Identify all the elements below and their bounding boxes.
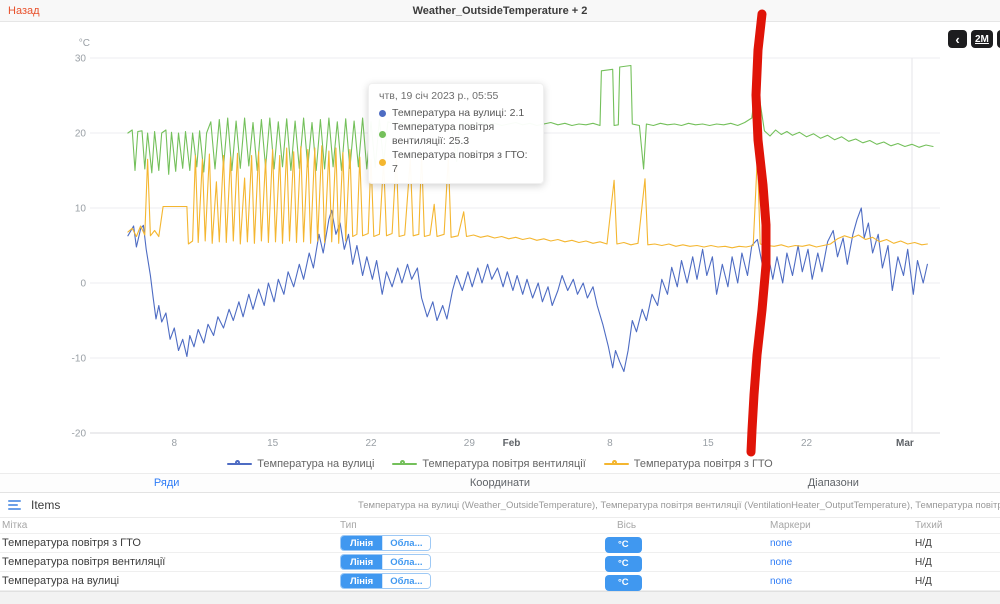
items-title: Items xyxy=(31,498,61,512)
period-2m-button[interactable]: 2M xyxy=(971,30,993,48)
line-series-icon xyxy=(227,459,253,470)
tooltip-row: Температура повітря вентиляції: 25.3 xyxy=(379,120,533,148)
series-dot-icon xyxy=(379,130,386,138)
quiet-value: Н/Д xyxy=(915,537,932,549)
tooltip-row: Температура на вулиці: 2.1 xyxy=(379,106,533,120)
tab-ranges[interactable]: Діапазони xyxy=(667,474,1000,492)
series-dot-icon xyxy=(379,109,386,117)
legend-item-ventilation-temp[interactable]: Температура повітря вентиляції xyxy=(392,458,586,470)
svg-text:0: 0 xyxy=(80,279,86,290)
col-header-type: Тип xyxy=(340,520,357,531)
page-title: Weather_OutsideTemperature + 2 xyxy=(412,4,588,17)
type-area-button[interactable]: Обла... xyxy=(382,555,430,570)
col-header-markers: Маркери xyxy=(770,520,811,531)
svg-text:30: 30 xyxy=(75,54,87,65)
series-dot-icon xyxy=(379,158,386,166)
svg-text:22: 22 xyxy=(365,438,377,449)
tooltip-timestamp: чтв, 19 січ 2023 р., 05:55 xyxy=(379,90,499,102)
line-series-icon xyxy=(603,459,629,470)
tab-bar: Ряди Координати Діапазони xyxy=(0,473,1000,493)
type-line-button[interactable]: Лінія xyxy=(341,555,383,570)
col-header-quiet: Тихий xyxy=(915,520,943,531)
type-area-button[interactable]: Обла... xyxy=(382,536,430,551)
col-header-axis: Вісь xyxy=(617,520,637,531)
type-line-button[interactable]: Лінія xyxy=(341,536,383,551)
chart-area[interactable]: 30 20 10 0 -10 -20 °C 8 15 22 29 Feb 8 15 22 Mar ‹ 2M ›… xyxy=(0,22,1000,455)
svg-text:-20: -20 xyxy=(72,429,87,440)
legend-item-gto-temp[interactable]: Температура повітря з ГТО xyxy=(603,458,773,470)
items-accordion[interactable]: Items Температура на вулиці (Weather_Out… xyxy=(0,493,1000,518)
type-segmented-control: Лінія Обла... xyxy=(340,535,431,552)
footer-strip xyxy=(0,591,1000,604)
chart-legend: Температура на вулиці Температура повітр… xyxy=(0,455,1000,473)
chart-tooltip: чтв, 19 січ 2023 р., 05:55 Температура н… xyxy=(368,83,544,184)
tab-series[interactable]: Ряди xyxy=(0,474,333,492)
series-table-header: Мітка Тип Вісь Маркери Тихий xyxy=(0,518,1000,534)
table-row: Температура повітря з ГТО Лінія Обла... … xyxy=(0,534,1000,553)
table-row: Температура на вулиці Лінія Обла... °C n… xyxy=(0,572,1000,591)
legend-item-outside-temp[interactable]: Температура на вулиці xyxy=(227,458,374,470)
type-segmented-control: Лінія Обла... xyxy=(340,554,431,571)
line-series-icon xyxy=(392,459,418,470)
items-summary: Температура на вулиці (Weather_OutsideTe… xyxy=(358,499,1000,511)
legend-label: Температура повітря з ГТО xyxy=(633,458,773,470)
top-bar: Назад Weather_OutsideTemperature + 2 xyxy=(0,0,1000,22)
chart-nav-buttons: ‹ 2M › xyxy=(948,30,1000,48)
type-segmented-control: Лінія Обла... xyxy=(340,573,431,590)
col-header-label: Мітка xyxy=(2,520,28,531)
axis-button[interactable]: °C xyxy=(605,555,642,572)
series-label: Температура на вулиці xyxy=(2,575,120,588)
svg-text:8: 8 xyxy=(172,438,178,449)
quiet-value: Н/Д xyxy=(915,575,932,587)
tooltip-text: Температура повітря вентиляції: 25.3 xyxy=(392,121,495,147)
svg-text:-10: -10 xyxy=(72,354,87,365)
axis-button[interactable]: °C xyxy=(605,536,642,553)
tooltip-text: Температура на вулиці: 2.1 xyxy=(392,107,525,119)
svg-text:15: 15 xyxy=(703,438,715,449)
tooltip-text: Температура повітря з ГТО: 7 xyxy=(392,149,528,175)
svg-text:Mar: Mar xyxy=(896,438,914,449)
svg-text:22: 22 xyxy=(801,438,813,449)
svg-text:20: 20 xyxy=(75,129,87,140)
type-line-button[interactable]: Лінія xyxy=(341,574,383,589)
table-row: Температура повітря вентиляції Лінія Обл… xyxy=(0,553,1000,572)
series-label: Температура повітря вентиляції xyxy=(2,556,166,569)
pan-left-button[interactable]: ‹ xyxy=(948,30,967,48)
quiet-value: Н/Д xyxy=(915,556,932,568)
back-button[interactable]: Назад xyxy=(8,5,40,17)
tooltip-row: Температура повітря з ГТО: 7 xyxy=(379,148,533,176)
legend-label: Температура повітря вентиляції xyxy=(422,458,586,470)
svg-text:10: 10 xyxy=(75,204,87,215)
svg-text:°C: °C xyxy=(79,38,90,49)
markers-link[interactable]: none xyxy=(770,557,915,568)
svg-text:8: 8 xyxy=(607,438,613,449)
tab-coordinates[interactable]: Координати xyxy=(333,474,666,492)
svg-text:29: 29 xyxy=(464,438,476,449)
list-icon xyxy=(8,500,21,510)
type-area-button[interactable]: Обла... xyxy=(382,574,430,589)
svg-text:15: 15 xyxy=(267,438,279,449)
legend-label: Температура на вулиці xyxy=(257,458,375,470)
markers-link[interactable]: none xyxy=(770,538,915,549)
svg-text:Feb: Feb xyxy=(503,438,521,449)
markers-link[interactable]: none xyxy=(770,576,915,587)
axis-button[interactable]: °C xyxy=(605,574,642,591)
series-label: Температура повітря з ГТО xyxy=(2,537,141,550)
